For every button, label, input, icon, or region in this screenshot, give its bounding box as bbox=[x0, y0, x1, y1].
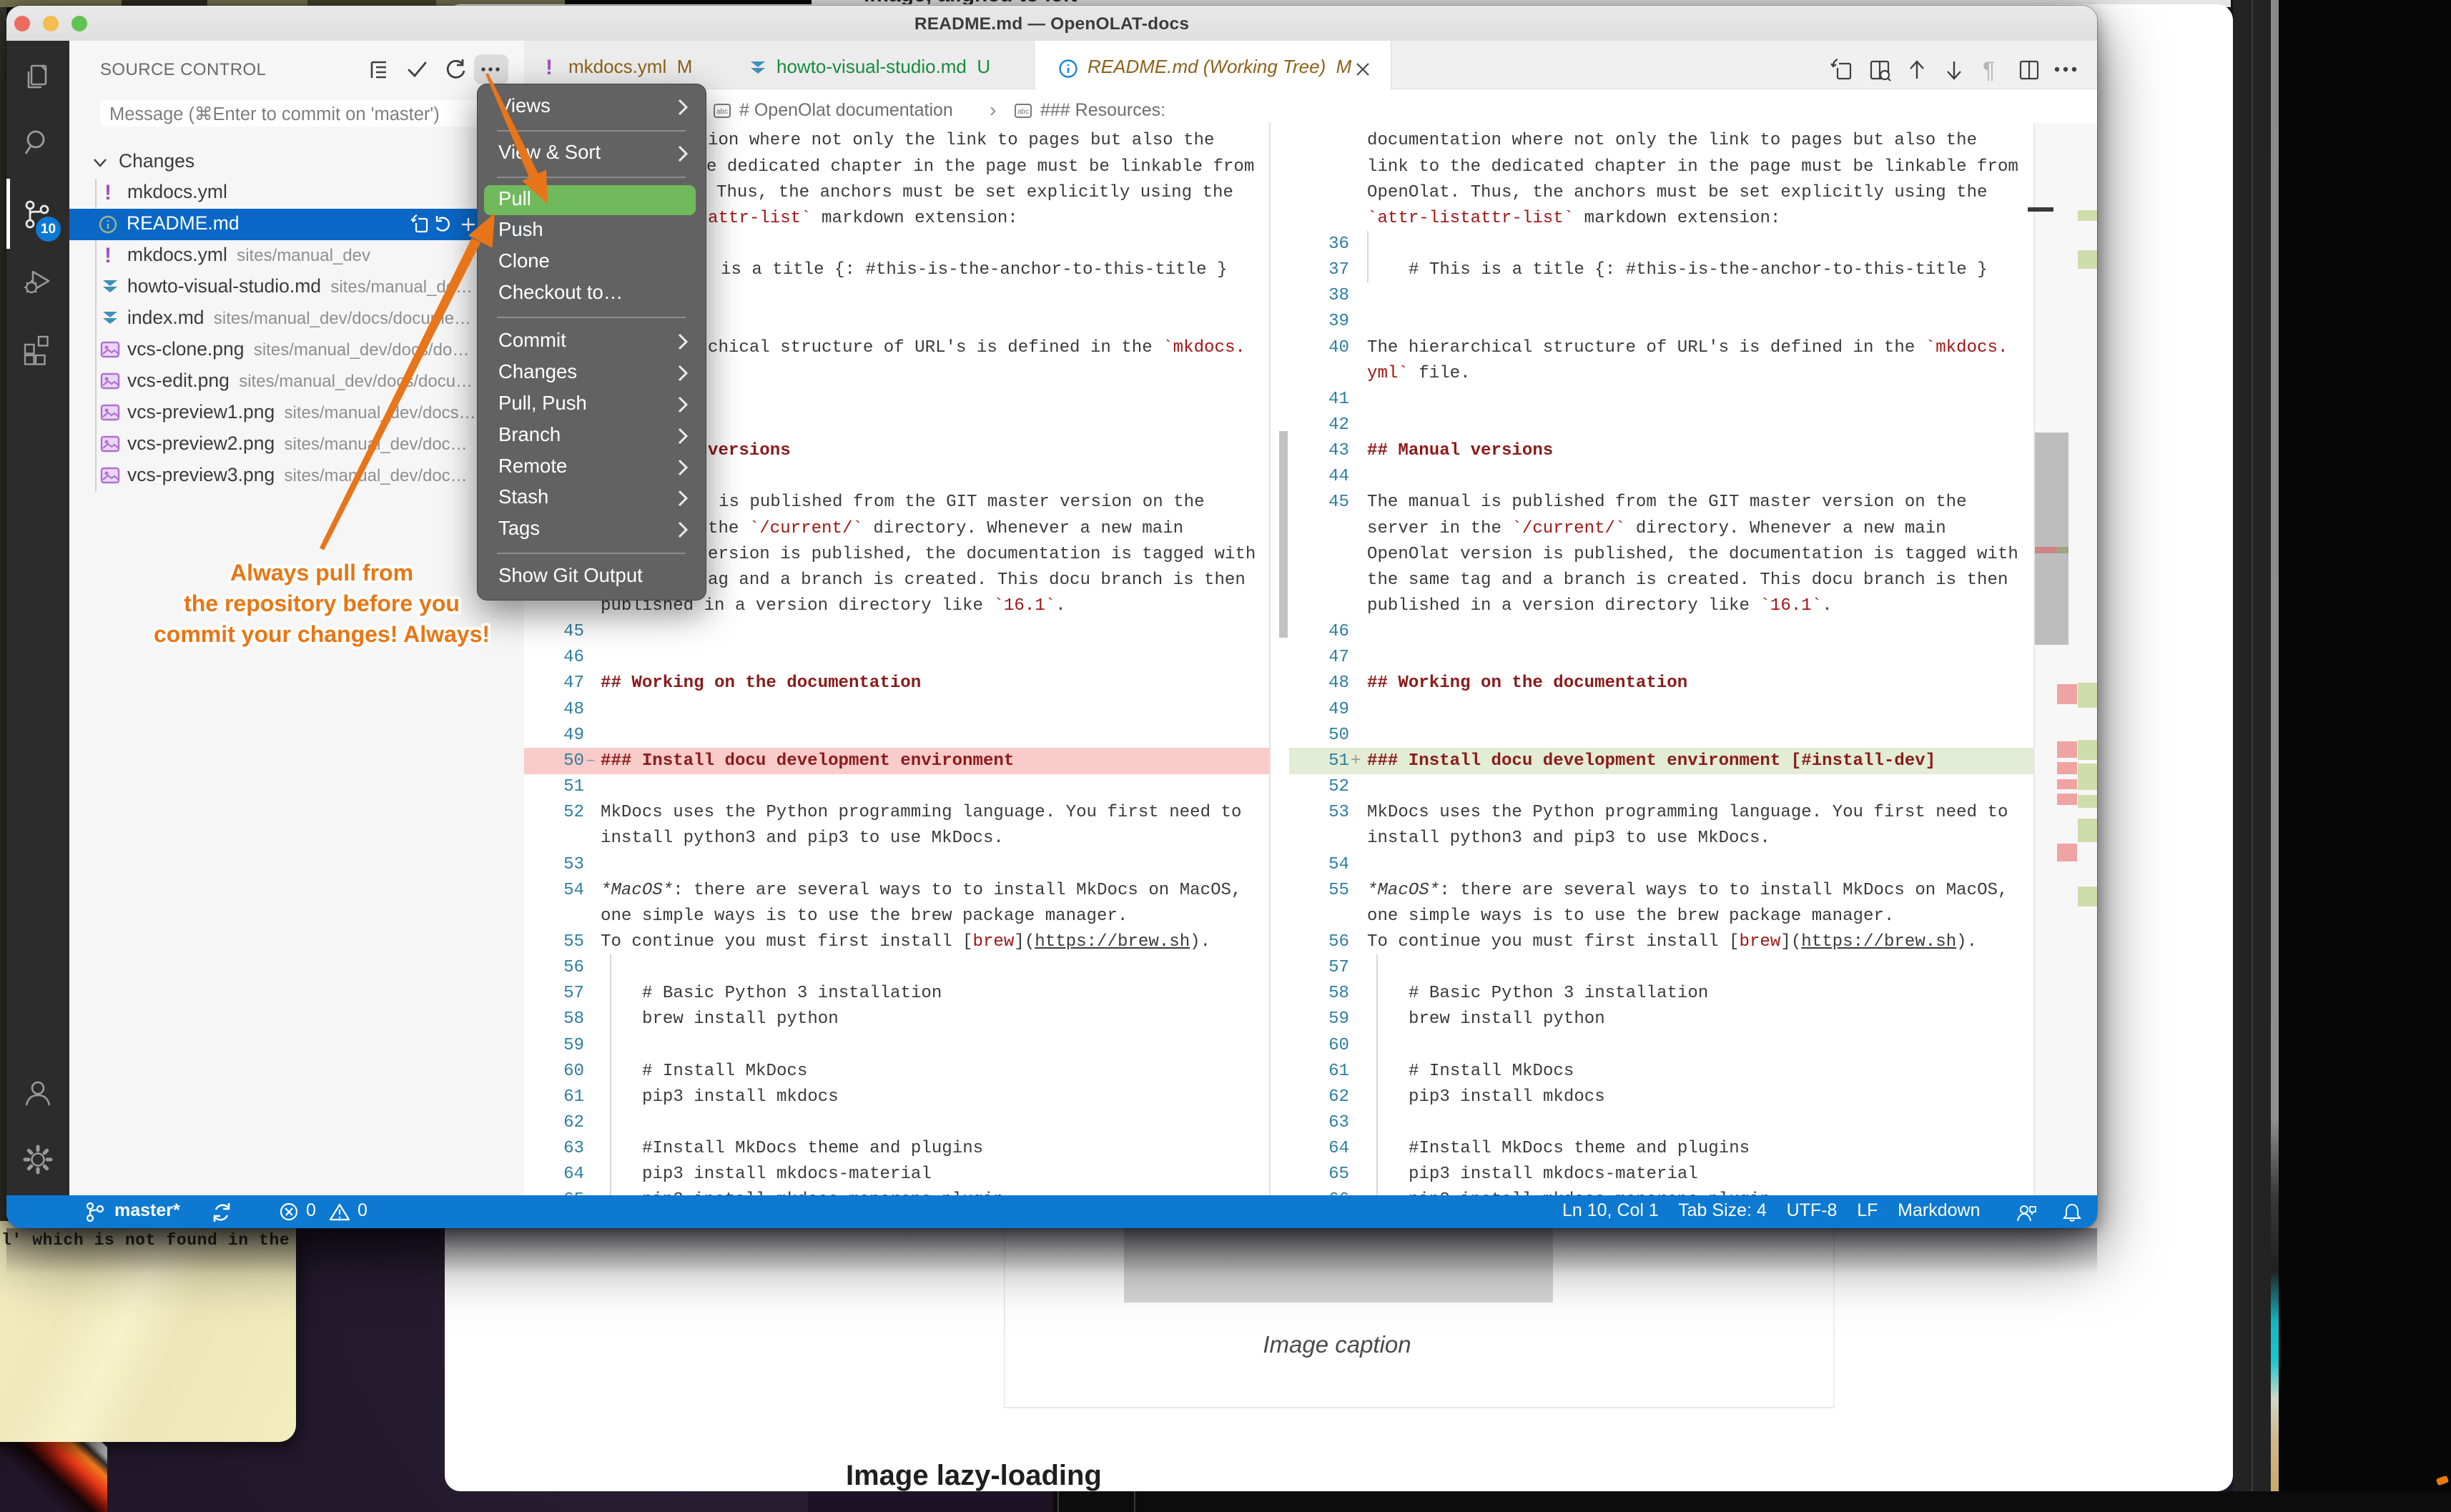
svg-text:Always pull from: Always pull from bbox=[230, 560, 413, 585]
svg-text:commit your changes! Always!: commit your changes! Always! bbox=[154, 621, 490, 647]
svg-text:the repository before you: the repository before you bbox=[184, 591, 460, 616]
